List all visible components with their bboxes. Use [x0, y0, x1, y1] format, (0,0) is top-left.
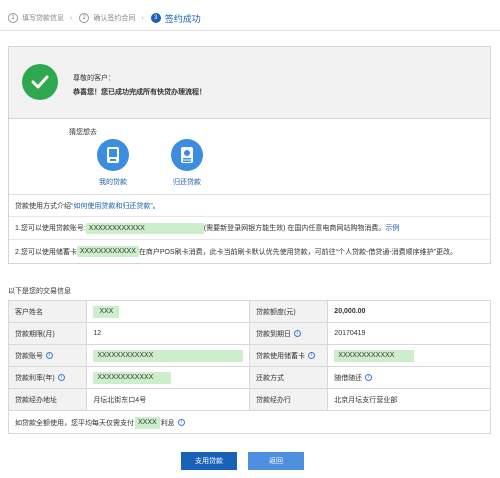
branch-value: 北京月坛支行营业部	[327, 388, 491, 411]
loan-amount-label: 贷款额度(元)	[248, 300, 329, 323]
usage-line-1-text: (需要新登录网银方能生效) 在国内任意电商网站购物消费。	[203, 225, 386, 232]
table-row: 贷款账号 i XXXXXXXXXXXX 贷款使用储蓄卡 i XXXXXXXXXXXX	[7, 344, 491, 367]
step-1: 1 填写贷款信息 ›	[8, 13, 79, 23]
usage-line-2: 2.您可以使用储蓄卡 XXXXXXXXXXXX 在商户POS刷卡消费，此卡当前刷…	[9, 240, 490, 263]
due-date-label: 贷款到期日 i	[248, 322, 329, 345]
loan-account-label: 贷款账号 i	[7, 344, 88, 367]
repay-loan-shortcut[interactable]: 归还贷款	[167, 139, 207, 187]
loan-account-cell: XXXXXXXXXXXX	[86, 344, 250, 367]
info-icon[interactable]: i	[57, 374, 65, 382]
usage-line-1-prefix: 1.您可以使用贷款账号:	[15, 225, 86, 232]
my-loan-shortcut[interactable]: 我的贷款	[93, 139, 133, 187]
savings-card-cell: XXXXXXXXXXXX	[327, 344, 491, 367]
repay-loan-label: 归还贷款	[173, 179, 201, 186]
repay-loan-icon	[171, 139, 203, 171]
branch-label: 贷款经办行	[248, 388, 329, 411]
step-2-label: 确认签约合同	[93, 15, 136, 22]
loan-term-label: 贷款期限(月)	[7, 322, 88, 345]
repayment-method-label: 还款方式	[248, 366, 329, 389]
table-row: 贷款经办地址 月坛北街东口4号 贷款经办行 北京月坛支行营业部	[7, 388, 491, 411]
transaction-table: 客户姓名 XXX 贷款额度(元) 20,000.00 贷款期限(月) 12 贷款…	[7, 300, 491, 411]
branch-address-value: 月坛北街东口4号	[86, 388, 250, 411]
interest-rate-cell: XXXXXXXXXXXX	[86, 366, 250, 389]
daily-interest-suffix: 利息	[160, 419, 175, 427]
table-row: 贷款期限(月) 12 贷款到期日 i 20170419	[7, 322, 491, 345]
use-loan-button[interactable]: 支用贷款	[181, 452, 237, 470]
step-3-label: 签约成功	[164, 13, 201, 24]
table-row: 客户姓名 XXX 贷款额度(元) 20,000.00	[7, 300, 491, 323]
guess-title: 猜您想去	[69, 129, 97, 136]
customer-name-label: 客户姓名	[7, 300, 88, 323]
step-indicator: 1 填写贷款信息 › 2 确认签约合同 › 3 签约成功	[8, 10, 207, 26]
chevron-right-icon: ›	[141, 14, 144, 22]
interest-rate-label: 贷款利率(年) i	[7, 366, 88, 389]
steps-divider	[0, 30, 500, 31]
checkmark-icon	[22, 64, 58, 100]
info-icon[interactable]: i	[293, 330, 301, 338]
table-row: 贷款利率(年) i XXXXXXXXXXXX 还款方式 随借随还 i	[7, 366, 491, 389]
guess-section: 猜您想去 我的贷款 归还贷款	[9, 119, 490, 195]
usage-intro-link[interactable]: “如何使用贷款和归还贷款”	[71, 201, 153, 211]
step-2-number: 2	[79, 13, 90, 23]
my-loan-icon	[97, 139, 129, 171]
example-link[interactable]: 示例	[385, 223, 399, 233]
result-panel: 尊敬的客户： 恭喜您！您已成功完成所有快贷办理流程！ 猜您想去 我的贷款 归还贷…	[8, 46, 491, 264]
step-2: 2 确认签约合同 ›	[79, 13, 150, 23]
transaction-title: 以下是您的交易信息	[8, 288, 71, 295]
info-icon[interactable]: i	[307, 352, 315, 360]
success-banner: 尊敬的客户： 恭喜您！您已成功完成所有快贷办理流程！	[9, 47, 490, 119]
step-1-label: 填写贷款信息	[22, 15, 64, 22]
success-greeting: 尊敬的客户：	[73, 75, 115, 82]
back-button[interactable]: 返回	[248, 452, 304, 470]
success-message: 恭喜您！您已成功完成所有快贷办理流程！	[73, 89, 206, 96]
step-3: 3 签约成功	[150, 12, 207, 25]
chevron-right-icon: ›	[70, 14, 73, 22]
info-icon[interactable]: i	[46, 352, 53, 360]
loan-account-value: XXXXXXXXXXXX	[85, 222, 204, 234]
loan-amount-value: 20,000.00	[327, 300, 491, 323]
usage-line-2-prefix: 2.您可以使用储蓄卡	[15, 248, 77, 256]
usage-intro-suffix: 。	[152, 202, 160, 210]
savings-card-label: 贷款使用储蓄卡 i	[248, 344, 329, 367]
step-3-number: 3	[150, 13, 161, 23]
usage-line-1: 1.您可以使用贷款账号: XXXXXXXXXXXX (需要新登录网银方能生效) …	[9, 217, 490, 240]
daily-interest-amount: XXXX	[135, 416, 160, 429]
usage-line-2-text: 在商户POS刷卡消费，此卡当前刷卡默认优先使用贷款，可前往“个人贷款-借贷通-消…	[138, 248, 457, 256]
repayment-method-value: 随借随还 i	[327, 366, 491, 389]
daily-interest-row: 如贷款全额使用，您平均每天仅需支付 XXXX 利息 i	[8, 412, 491, 434]
info-icon[interactable]: i	[177, 419, 185, 426]
customer-name-value: XXX	[86, 300, 250, 323]
info-icon[interactable]: i	[365, 374, 373, 382]
step-1-number: 1	[8, 13, 18, 23]
usage-intro-text: 贷款使用方式介绍	[15, 202, 71, 210]
due-date-value: 20170419	[327, 322, 491, 345]
savings-card-value: XXXXXXXXXXXX	[76, 246, 139, 257]
loan-term-value: 12	[86, 322, 250, 345]
usage-intro-row: 贷款使用方式介绍 “如何使用贷款和归还贷款” 。	[9, 195, 490, 217]
my-loan-label: 我的贷款	[99, 179, 127, 186]
daily-interest-prefix: 如贷款全额使用，您平均每天仅需支付	[15, 419, 134, 427]
branch-address-label: 贷款经办地址	[7, 388, 88, 411]
